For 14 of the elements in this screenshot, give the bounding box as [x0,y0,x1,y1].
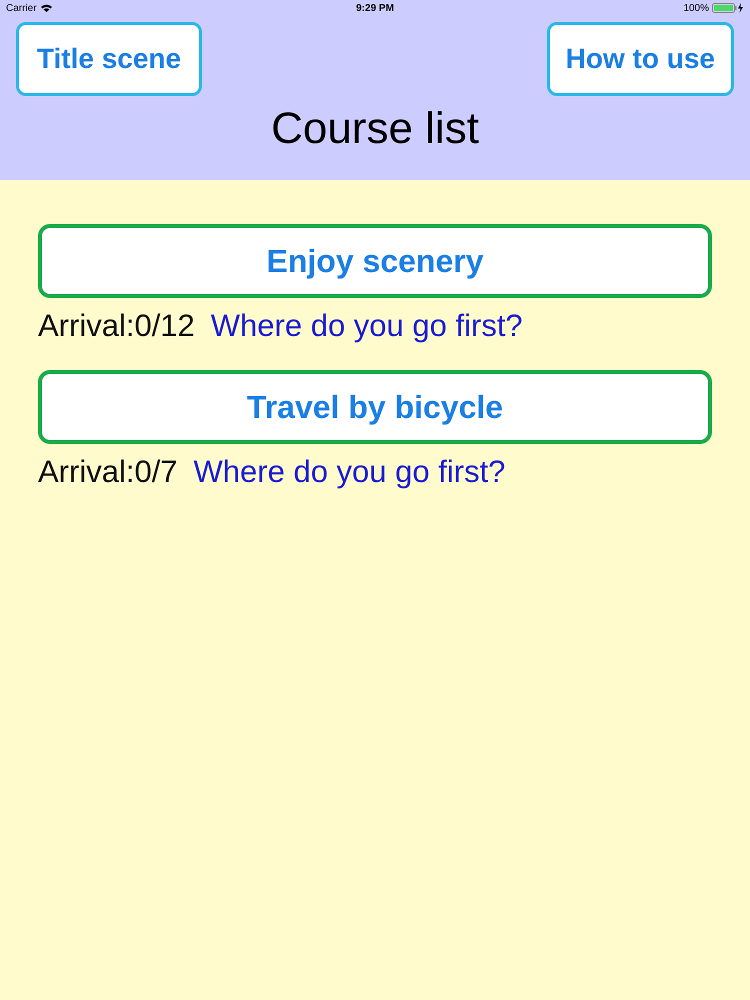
course-hint-link[interactable]: Where do you go first? [194,454,506,490]
page-title: Course list [271,104,479,153]
course-hint-link[interactable]: Where do you go first? [210,308,523,344]
arrival-count: Arrival:0/12 [38,308,195,344]
nav-button[interactable]: How to use [546,22,734,96]
battery-percent: 100% [683,2,710,14]
nav-button[interactable]: Title scene [16,22,202,96]
carrier-label: Carrier [6,2,37,14]
course-button[interactable]: Enjoy scenery [38,224,712,298]
battery-charging-icon [712,3,744,13]
arrival-count: Arrival:0/7 [38,454,178,490]
course-button[interactable]: Travel by bicycle [38,370,712,444]
wifi-icon [40,4,52,12]
status-time: 9:29 PM [356,2,394,14]
